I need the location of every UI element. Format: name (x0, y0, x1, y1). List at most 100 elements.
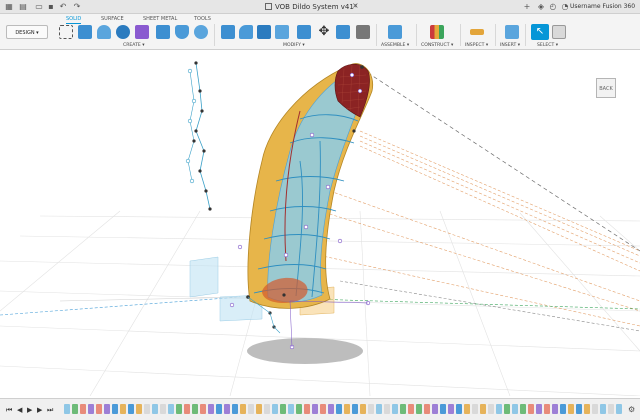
timeline-feature-icon[interactable] (392, 404, 398, 414)
history-icon[interactable]: ◴ (548, 2, 558, 12)
timeline-feature-icon[interactable] (480, 404, 486, 414)
play-icon[interactable]: ▶ (27, 406, 32, 414)
timeline-feature-icon[interactable] (248, 404, 254, 414)
revolve-icon[interactable] (97, 25, 111, 39)
delete-icon[interactable] (356, 25, 370, 39)
tab-sheet-metal[interactable]: SHEET METAL (143, 15, 177, 23)
timeline-feature-icon[interactable] (608, 404, 614, 414)
timeline-feature-icon[interactable] (472, 404, 478, 414)
timeline-feature-icon[interactable] (240, 404, 246, 414)
view-cube-face[interactable]: BACK (596, 78, 616, 98)
extrude-icon[interactable] (78, 25, 92, 39)
timeline-feature-icon[interactable] (160, 404, 166, 414)
redo-icon[interactable]: ↷ (72, 2, 82, 12)
timeline-feature-icon[interactable] (208, 404, 214, 414)
undo-icon[interactable]: ↶ (58, 2, 68, 12)
tab-tools[interactable]: TOOLS (194, 15, 211, 23)
go-to-start-icon[interactable]: ⏮ (6, 406, 12, 414)
select-cursor-icon[interactable]: ↖ (531, 24, 549, 40)
canvas-viewport[interactable]: BACK (0, 51, 640, 396)
timeline-feature-icon[interactable] (144, 404, 150, 414)
chamfer-icon[interactable] (257, 25, 271, 39)
timeline-feature-icon[interactable] (400, 404, 406, 414)
cylinder-icon[interactable] (175, 25, 189, 39)
step-back-icon[interactable]: ◀ (17, 406, 22, 414)
file-icon[interactable]: ▭ (34, 2, 44, 12)
timeline-feature-icon[interactable] (408, 404, 414, 414)
inspect-menu[interactable]: INSPECT ▾ (465, 42, 488, 49)
timeline-feature-icon[interactable] (136, 404, 142, 414)
timeline-feature-icon[interactable] (616, 404, 622, 414)
timeline-feature-icon[interactable] (424, 404, 430, 414)
timeline-feature-icon[interactable] (496, 404, 502, 414)
new-component-icon[interactable] (388, 25, 402, 39)
move-icon[interactable]: ✥ (317, 25, 331, 39)
timeline-feature-icon[interactable] (176, 404, 182, 414)
timeline-feature-icon[interactable] (600, 404, 606, 414)
timeline-feature-icon[interactable] (592, 404, 598, 414)
sweep-icon[interactable] (116, 25, 130, 39)
timeline-feature-icon[interactable] (280, 404, 286, 414)
timeline-feature-icon[interactable] (344, 404, 350, 414)
timeline-feature-icon[interactable] (544, 404, 550, 414)
timeline-feature-icon[interactable] (288, 404, 294, 414)
timeline-feature-icon[interactable] (104, 404, 110, 414)
shell-icon[interactable] (275, 25, 289, 39)
user-account[interactable]: Username Fusion 360 (570, 1, 635, 13)
timeline-feature-icon[interactable] (352, 404, 358, 414)
measure-icon[interactable] (470, 29, 484, 35)
timeline-feature-icon[interactable] (216, 404, 222, 414)
data-panel-icon[interactable]: ▤ (18, 2, 28, 12)
select-menu[interactable]: SELECT ▾ (537, 42, 558, 49)
timeline-feature-icon[interactable] (80, 404, 86, 414)
timeline-feature-icon[interactable] (320, 404, 326, 414)
timeline-feature-icon[interactable] (272, 404, 278, 414)
timeline-feature-icon[interactable] (568, 404, 574, 414)
timeline-feature-icon[interactable] (72, 404, 78, 414)
tab-solid[interactable]: SOLID (66, 15, 82, 24)
timeline-feature-icon[interactable] (584, 404, 590, 414)
timeline-feature-icon[interactable] (448, 404, 454, 414)
timeline-settings-icon[interactable]: ⚙ (628, 405, 635, 414)
close-tab-icon[interactable]: × (352, 1, 359, 10)
offset-plane-icon[interactable] (430, 25, 444, 39)
timeline-feature-icon[interactable] (296, 404, 302, 414)
timeline-feature-icon[interactable] (504, 404, 510, 414)
timeline-feature-icon[interactable] (128, 404, 134, 414)
go-to-end-icon[interactable]: ⏭ (47, 406, 53, 414)
timeline-feature-icon[interactable] (328, 404, 334, 414)
create-sketch-icon[interactable] (59, 25, 73, 39)
create-form-icon[interactable] (135, 25, 149, 39)
align-icon[interactable] (336, 25, 350, 39)
timeline-feature-icon[interactable] (488, 404, 494, 414)
timeline-feature-icon[interactable] (464, 404, 470, 414)
timeline-feature-icon[interactable] (200, 404, 206, 414)
timeline-feature-icon[interactable] (88, 404, 94, 414)
view-cube[interactable]: BACK (594, 73, 622, 99)
timeline-feature-icon[interactable] (536, 404, 542, 414)
timeline-feature-icon[interactable] (432, 404, 438, 414)
timeline-feature-icon[interactable] (576, 404, 582, 414)
select-filter-icon[interactable] (552, 25, 566, 39)
timeline-feature-icon[interactable] (368, 404, 374, 414)
timeline-feature-icon[interactable] (336, 404, 342, 414)
tab-surface[interactable]: SURFACE (101, 15, 124, 23)
step-forward-icon[interactable]: ▶ (37, 406, 42, 414)
box-icon[interactable] (156, 25, 170, 39)
timeline-feature-icon[interactable] (384, 404, 390, 414)
insert-image-icon[interactable] (505, 25, 519, 39)
timeline-feature-icon[interactable] (120, 404, 126, 414)
timeline-feature-icon[interactable] (416, 404, 422, 414)
fillet-icon[interactable] (239, 25, 253, 39)
timeline-feature-icon[interactable] (520, 404, 526, 414)
app-grid-icon[interactable]: ▦ (4, 2, 14, 12)
timeline-feature-icon[interactable] (264, 404, 270, 414)
timeline-feature-icon[interactable] (440, 404, 446, 414)
insert-menu[interactable]: INSERT ▾ (500, 42, 520, 49)
timeline-feature-icon[interactable] (304, 404, 310, 414)
timeline-feature-icon[interactable] (168, 404, 174, 414)
timeline-feature-icon[interactable] (152, 404, 158, 414)
timeline-feature-icon[interactable] (112, 404, 118, 414)
timeline-feature-icon[interactable] (192, 404, 198, 414)
assemble-menu[interactable]: ASSEMBLE ▾ (381, 42, 409, 49)
